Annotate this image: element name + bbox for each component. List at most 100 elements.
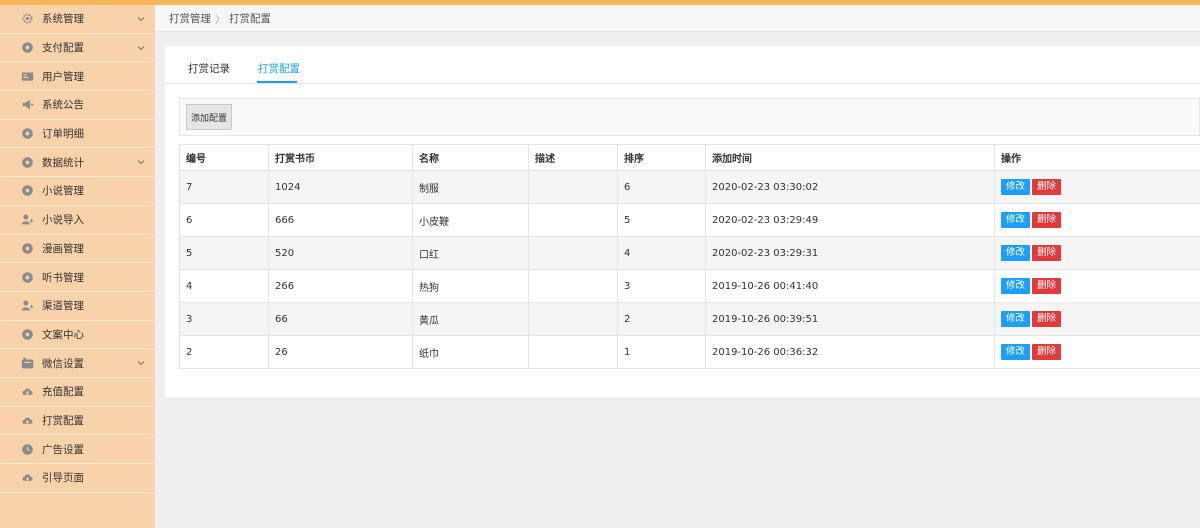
cell-coins: 66	[268, 302, 413, 336]
cell-sort: 3	[617, 269, 706, 303]
cell-actions: 修改 删除	[994, 302, 1200, 336]
table-row: 2 26 纸巾 1 2019-10-26 00:36:32 修改 删除	[179, 335, 1200, 369]
clock-icon	[20, 442, 34, 456]
user-plus-icon	[20, 299, 34, 313]
breadcrumb: 打赏管理 〉 打赏配置	[155, 5, 1200, 32]
edit-button[interactable]: 修改	[1001, 344, 1031, 360]
cell-desc	[528, 269, 618, 303]
cell-id: 5	[179, 236, 269, 270]
cell-desc	[528, 335, 618, 369]
cell-time: 2019-10-26 00:36:32	[705, 335, 995, 369]
delete-button[interactable]: 删除	[1032, 179, 1062, 195]
cell-id: 2	[179, 335, 269, 369]
circle-icon	[20, 270, 34, 284]
chevron-down-icon[interactable]	[136, 157, 146, 167]
sidebar-item-2[interactable]: 用户管理	[0, 62, 155, 92]
cell-time: 2019-10-26 00:41:40	[705, 269, 995, 303]
delete-button[interactable]: 删除	[1032, 245, 1062, 261]
user-plus-icon	[20, 213, 34, 227]
edit-button[interactable]: 修改	[1001, 212, 1031, 228]
sidebar-item-8[interactable]: 漫画管理	[0, 235, 155, 264]
cell-name: 纸巾	[412, 335, 529, 369]
sidebar-item-13[interactable]: 充值配置	[0, 378, 155, 407]
col-header-id: 编号	[179, 144, 269, 171]
sidebar-item-14[interactable]: 打赏配置	[0, 407, 155, 436]
circle-icon	[20, 41, 34, 55]
cell-time: 2020-02-23 03:29:49	[705, 203, 995, 237]
sidebar-item-15[interactable]: 广告设置	[0, 435, 155, 464]
col-header-time: 添加时间	[705, 144, 995, 171]
cell-coins: 26	[268, 335, 413, 369]
table-row: 5 520 口红 4 2020-02-23 03:29:31 修改 删除	[179, 236, 1200, 270]
delete-button[interactable]: 删除	[1032, 311, 1062, 327]
edit-button[interactable]: 修改	[1001, 311, 1031, 327]
sidebar-item-label: 支付配置	[42, 42, 84, 55]
table-header-row: 编号 打赏书币 名称 描述 排序 添加时间 操作	[179, 144, 1200, 171]
table-row: 7 1024 制服 6 2020-02-23 03:30:02 修改 删除	[179, 170, 1200, 204]
tab-reward-config[interactable]: 打赏配置	[258, 61, 300, 76]
sidebar-item-7[interactable]: 小说导入	[0, 206, 155, 235]
chevron-down-icon[interactable]	[136, 14, 146, 24]
delete-button[interactable]: 删除	[1032, 278, 1062, 294]
sidebar-item-label: 微信设置	[42, 357, 84, 370]
col-header-coins: 打赏书币	[268, 144, 413, 171]
circle-icon	[20, 127, 34, 141]
delete-button[interactable]: 删除	[1032, 212, 1062, 228]
cell-actions: 修改 删除	[994, 335, 1200, 369]
sidebar-item-11[interactable]: 文案中心	[0, 321, 155, 350]
table-row: 4 266 热狗 3 2019-10-26 00:41:40 修改 删除	[179, 269, 1200, 303]
cell-coins: 1024	[268, 170, 413, 204]
chevron-down-icon[interactable]	[136, 43, 146, 53]
col-header-desc: 描述	[528, 144, 618, 171]
tab-reward-records[interactable]: 打赏记录	[188, 61, 230, 76]
cell-coins: 520	[268, 236, 413, 270]
sidebar-item-4[interactable]: 订单明细	[0, 120, 155, 149]
sidebar-item-9[interactable]: 听书管理	[0, 263, 155, 292]
cloud-download-icon	[20, 385, 34, 399]
sidebar-item-10[interactable]: 渠道管理	[0, 292, 155, 321]
breadcrumb-current: 打赏配置	[229, 12, 271, 25]
sidebar-item-label: 数据统计	[42, 156, 84, 169]
cell-desc	[528, 203, 618, 237]
content-panel: 打赏记录 打赏配置 添加配置 编号 打赏书币 名称 描述 排序 添加时间 操作 …	[165, 46, 1200, 397]
sidebar-item-label: 引导页面	[42, 472, 84, 485]
cell-id: 4	[179, 269, 269, 303]
circle-icon	[20, 241, 34, 255]
sidebar-item-12[interactable]: 微信设置	[0, 349, 155, 378]
edit-button[interactable]: 修改	[1001, 245, 1031, 261]
gear-icon	[20, 12, 34, 26]
cell-time: 2020-02-23 03:30:02	[705, 170, 995, 204]
edit-button[interactable]: 修改	[1001, 278, 1031, 294]
sidebar-item-label: 系统公告	[42, 99, 84, 112]
cell-sort: 4	[617, 236, 706, 270]
cell-time: 2019-10-26 00:39:51	[705, 302, 995, 336]
cell-sort: 2	[617, 302, 706, 336]
sidebar-item-16[interactable]: 引导页面	[0, 464, 155, 493]
breadcrumb-parent[interactable]: 打赏管理	[169, 11, 211, 26]
breadcrumb-separator: 〉	[215, 14, 225, 26]
sidebar-item-label: 渠道管理	[42, 300, 84, 313]
circle-icon	[20, 184, 34, 198]
sidebar-item-label: 充值配置	[42, 386, 84, 399]
sidebar-item-label: 打赏配置	[42, 414, 84, 427]
cell-desc	[528, 170, 618, 204]
cell-name: 口红	[412, 236, 529, 270]
sidebar-item-5[interactable]: 数据统计	[0, 148, 155, 178]
sidebar-item-3[interactable]: 系统公告	[0, 91, 155, 120]
cell-name: 热狗	[412, 269, 529, 303]
cell-id: 6	[179, 203, 269, 237]
delete-button[interactable]: 删除	[1032, 344, 1062, 360]
cell-desc	[528, 236, 618, 270]
cell-actions: 修改 删除	[994, 170, 1200, 204]
add-config-button[interactable]: 添加配置	[186, 104, 232, 130]
sidebar-item-1[interactable]: 支付配置	[0, 34, 155, 63]
edit-button[interactable]: 修改	[1001, 179, 1031, 195]
cloud-download-icon	[20, 413, 34, 427]
sidebar-item-label: 小说管理	[42, 185, 84, 198]
sidebar-item-6[interactable]: 小说管理	[0, 177, 155, 206]
chevron-down-icon[interactable]	[136, 358, 146, 368]
sidebar-item-0[interactable]: 系统管理	[0, 5, 155, 34]
cell-sort: 6	[617, 170, 706, 204]
cell-actions: 修改 删除	[994, 203, 1200, 237]
cell-name: 制服	[412, 170, 529, 204]
